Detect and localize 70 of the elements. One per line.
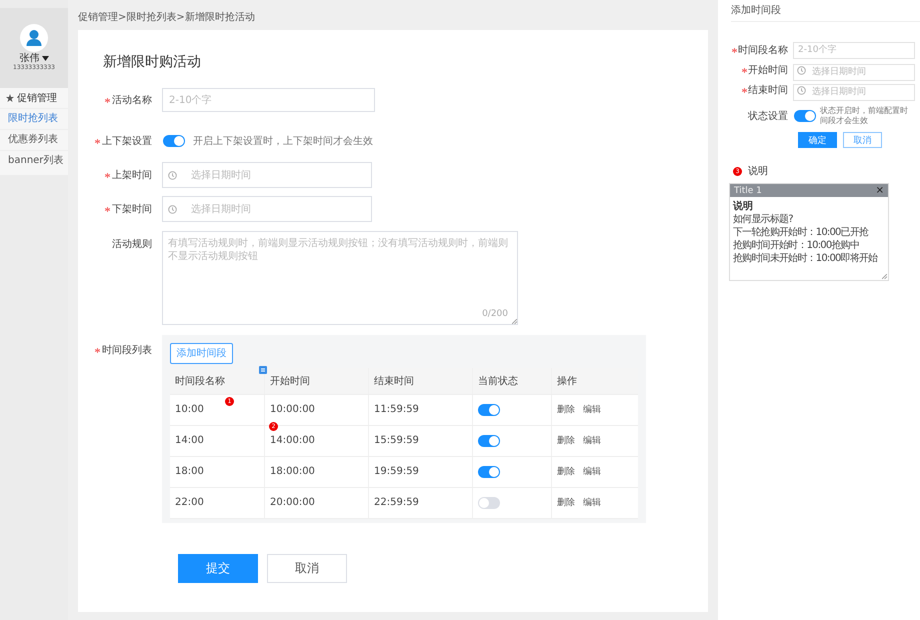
action-link[interactable]: 编辑 xyxy=(583,465,601,478)
table-cell: 15:59:59 xyxy=(369,426,473,456)
date-time-field[interactable]: 选择日期时间 xyxy=(162,162,372,188)
clock-icon xyxy=(168,204,177,214)
action-link[interactable]: 删除 xyxy=(557,496,575,509)
avatar-icon xyxy=(20,24,48,52)
clock-icon xyxy=(797,66,806,74)
field-label: 上下架设置 xyxy=(102,134,152,148)
date-time-field[interactable]: 选择日期时间 xyxy=(793,64,915,81)
card-text: 下一轮抢购开始时：10:00已开抢 xyxy=(733,226,870,239)
section-label: 说明 xyxy=(748,165,768,178)
column-header: 操作 xyxy=(556,374,578,388)
table-cell: 14:00 xyxy=(170,426,265,456)
toggle-switch[interactable] xyxy=(478,434,500,446)
field-label: 活动规则 xyxy=(112,238,152,251)
table-cell: 18:00 xyxy=(170,456,265,486)
page-title: 新增限时购活动 xyxy=(103,53,202,72)
cancel-button[interactable]: 取消 xyxy=(267,554,347,583)
field-label: 上架时间 xyxy=(112,168,152,182)
char-counter: 0/200 xyxy=(482,309,508,319)
menu-group-title: 促销管理 xyxy=(17,92,57,105)
clock-icon xyxy=(168,170,177,180)
action-link[interactable]: 删除 xyxy=(557,403,575,416)
field-label: 结束时间 xyxy=(748,84,788,97)
toggle-switch[interactable] xyxy=(478,404,500,416)
field-label: 时间段列表 xyxy=(102,344,152,357)
resize-icon xyxy=(882,274,887,279)
star-icon xyxy=(6,94,14,102)
date-time-field[interactable]: 选择日期时间 xyxy=(793,84,915,101)
action-link[interactable]: 编辑 xyxy=(583,496,601,509)
action-link[interactable]: 删除 xyxy=(557,434,575,447)
caret-icon xyxy=(42,56,48,61)
field-label: 状态设置 xyxy=(748,110,788,123)
toggle-switch[interactable] xyxy=(163,135,185,147)
table-cell: 22:00 xyxy=(170,488,265,518)
breadcrumb: 促销管理>限时抢列表>新增限时抢活动 xyxy=(77,10,256,25)
date-time-field[interactable]: 选择日期时间 xyxy=(162,196,372,222)
toggle-switch[interactable] xyxy=(478,496,500,508)
column-header: 结束时间 xyxy=(369,368,473,394)
table-cell: 11:59:59 xyxy=(369,394,473,424)
field-label: 开始时间 xyxy=(748,64,788,77)
input-field[interactable]: 2-10个字 xyxy=(793,42,915,58)
card-text: 抢购时间未开始时：10:00即将开始 xyxy=(733,252,879,265)
column-header: 开始时间 xyxy=(265,368,369,394)
table-cell: 19:59:59 xyxy=(369,456,473,486)
action-link[interactable]: 编辑 xyxy=(583,403,601,416)
card-text: 如何显示标题? xyxy=(733,213,794,226)
field-label: 时间段名称 xyxy=(738,44,788,57)
toggle-switch[interactable] xyxy=(478,466,500,478)
input-field[interactable]: 2-10个字 xyxy=(162,88,375,112)
column-header: 时间段名称 xyxy=(170,368,265,394)
card-text: 抢购时间开始时：10:00抢购中 xyxy=(733,239,860,252)
card-heading: 说明 xyxy=(733,200,754,213)
column-header: 当前状态 xyxy=(473,368,552,394)
action-link[interactable]: 删除 xyxy=(557,465,575,478)
resize-icon xyxy=(512,319,517,324)
field-label: 下架时间 xyxy=(112,202,152,216)
table-cell: 18:00:00 xyxy=(265,456,369,486)
field-label: 活动名称 xyxy=(112,94,152,107)
user-name: 张伟 xyxy=(20,53,40,64)
clock-icon xyxy=(797,86,806,94)
table-cell: 20:00:00 xyxy=(265,488,369,518)
dialog-title: 添加时间段 xyxy=(731,0,920,22)
toggle-switch[interactable] xyxy=(794,110,816,122)
table-cell: 22:59:59 xyxy=(369,488,473,518)
close-button[interactable]: × xyxy=(876,186,884,196)
hint-text: 开启上下架设置时，上下架时间才会生效 xyxy=(193,134,373,148)
hint-text: 状态开启时，前端配置时间段才会生效 xyxy=(820,106,909,126)
card-title: Title 1 xyxy=(734,186,762,196)
action-link[interactable]: 编辑 xyxy=(583,434,601,447)
